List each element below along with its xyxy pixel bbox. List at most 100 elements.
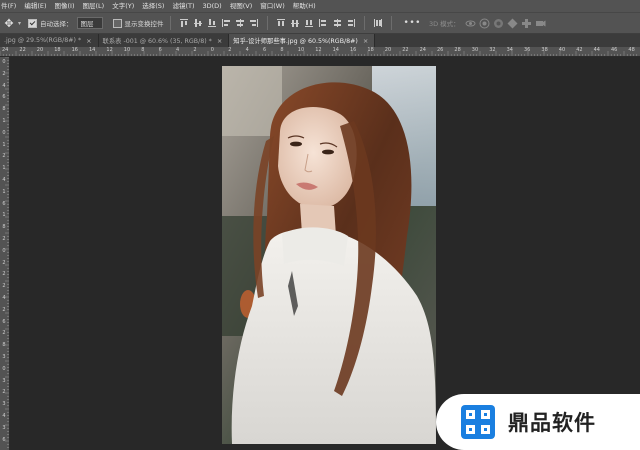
ruler-number: 0 bbox=[2, 365, 6, 372]
align-right-icon[interactable] bbox=[248, 18, 259, 28]
ruler-number: 2 bbox=[2, 389, 6, 396]
3d-slide-icon[interactable] bbox=[507, 18, 518, 29]
menu-item[interactable]: 图层(L) bbox=[79, 0, 109, 12]
auto-align-layers-icon[interactable] bbox=[372, 18, 383, 28]
more-options-button[interactable]: ••• bbox=[404, 18, 421, 28]
ruler-number: 2 bbox=[2, 283, 6, 290]
ruler-number: 1 bbox=[2, 212, 6, 219]
ruler-number: 4 bbox=[2, 82, 6, 89]
ruler-number: 10 bbox=[123, 47, 131, 53]
ruler-number: 16 bbox=[71, 47, 78, 53]
document-tab[interactable]: .jpg @ 29.5%(RGB/8#) * × bbox=[0, 34, 99, 47]
menu-item[interactable]: 3D(D) bbox=[199, 0, 226, 12]
options-bar: ✥ ▾ 自动选择： 图层 显示变换控件 ••• 3D 模式： bbox=[0, 12, 640, 34]
close-icon[interactable]: × bbox=[363, 37, 368, 45]
portrait-photo bbox=[222, 66, 436, 444]
menu-item[interactable]: 图像(I) bbox=[51, 0, 79, 12]
document-tab-active[interactable]: 知乎-设计师那些事.jpg @ 60.5%(RGB/8#) × bbox=[229, 34, 376, 47]
tool-preset-dropdown-icon[interactable]: ▾ bbox=[18, 20, 21, 27]
distribute-vertical-center-icon[interactable] bbox=[289, 18, 300, 28]
menu-item[interactable]: 选择(S) bbox=[138, 0, 168, 12]
ruler-number: 30 bbox=[471, 47, 479, 53]
align-vertical-center-icon[interactable] bbox=[192, 18, 203, 28]
ruler-number: 46 bbox=[611, 47, 618, 53]
ruler-number: 48 bbox=[628, 47, 635, 53]
ruler-number: 24 bbox=[419, 47, 426, 53]
ruler-number: 0 bbox=[210, 47, 214, 53]
ruler-number: 6 bbox=[2, 94, 6, 101]
menu-item[interactable]: 视图(V) bbox=[226, 0, 257, 12]
ruler-number: 14 bbox=[332, 47, 339, 53]
3d-mode-label: 3D 模式： bbox=[428, 20, 460, 28]
distribute-top-icon[interactable] bbox=[275, 18, 286, 28]
ruler-number: 4 bbox=[2, 295, 6, 301]
ruler-number: 3 bbox=[2, 401, 6, 408]
ruler-number: 22 bbox=[19, 47, 26, 53]
3d-orbit-icon[interactable] bbox=[465, 18, 476, 29]
menu-item[interactable]: 窗口(W) bbox=[256, 0, 289, 12]
ruler-number: 6 bbox=[2, 200, 6, 207]
menu-bar: 件(F) 编辑(E) 图像(I) 图层(L) 文字(Y) 选择(S) 滤镜(T) 3D(D) 视… bbox=[0, 0, 640, 12]
ruler-number: 0 bbox=[2, 59, 6, 65]
ruler-number: 8 bbox=[2, 106, 6, 113]
ruler-number: 2 bbox=[2, 70, 6, 77]
distribute-horizontal-center-icon[interactable] bbox=[331, 18, 342, 28]
tab-label: 知乎-设计师那些事.jpg @ 60.5%(RGB/8#) bbox=[233, 38, 358, 45]
menu-item[interactable]: 编辑(E) bbox=[20, 0, 50, 12]
3d-camera-icon[interactable] bbox=[535, 18, 546, 29]
ruler-number: 10 bbox=[297, 47, 305, 53]
divider bbox=[390, 16, 392, 30]
ruler-number: 8 bbox=[141, 47, 145, 53]
auto-select-checkbox[interactable] bbox=[28, 18, 38, 28]
ruler-number: 2 bbox=[2, 153, 6, 160]
close-icon[interactable]: × bbox=[217, 37, 222, 45]
distribute-right-icon[interactable] bbox=[345, 18, 356, 28]
show-transform-label: 显示变换控件 bbox=[124, 20, 164, 28]
ruler-number: 0 bbox=[2, 129, 6, 136]
ruler-number: 20 bbox=[36, 47, 44, 53]
menu-item[interactable]: 文字(Y) bbox=[108, 0, 138, 12]
ruler-number: 3 bbox=[2, 354, 6, 360]
ruler-number: 24 bbox=[2, 47, 9, 53]
ruler-number: 2 bbox=[2, 330, 6, 337]
ruler-number: 26 bbox=[437, 47, 444, 53]
3d-scale-icon[interactable] bbox=[521, 18, 532, 29]
ruler-number: 34 bbox=[506, 47, 513, 53]
tab-label: .jpg @ 29.5%(RGB/8#) * bbox=[4, 37, 82, 44]
align-top-icon[interactable] bbox=[178, 18, 189, 28]
close-icon[interactable]: × bbox=[86, 37, 91, 45]
ruler-number: 2 bbox=[2, 306, 6, 313]
document-tab[interactable]: 联系表 -001 @ 60.6% (35, RGB/8) * × bbox=[98, 34, 230, 47]
divider bbox=[266, 16, 268, 30]
horizontal-ruler[interactable]: 24 22 20 18 16 14 12 10 8 6 4 2 0 2 4 6 8 10 12 14 16 18 20 22 2… bbox=[0, 47, 640, 57]
menu-item[interactable]: 滤镜(T) bbox=[168, 0, 198, 12]
auto-select-target-select[interactable]: 图层 bbox=[76, 17, 103, 29]
ruler-number: 32 bbox=[489, 47, 496, 53]
ruler-number: 16 bbox=[350, 47, 357, 53]
ruler-number: 2 bbox=[2, 236, 6, 242]
distribute-bottom-icon[interactable] bbox=[303, 18, 314, 28]
auto-select-label: 自动选择： bbox=[40, 20, 73, 28]
menu-item[interactable]: 件(F) bbox=[0, 0, 20, 12]
3d-pan-icon[interactable] bbox=[493, 18, 504, 29]
ruler-number: 38 bbox=[541, 47, 548, 53]
ruler-number: 0 bbox=[2, 247, 6, 254]
show-transform-checkbox[interactable] bbox=[112, 18, 122, 28]
ruler-number: 1 bbox=[2, 188, 6, 195]
auto-select-target-value: 图层 bbox=[80, 20, 94, 28]
distribute-left-icon[interactable] bbox=[317, 18, 328, 28]
align-bottom-icon[interactable] bbox=[206, 18, 217, 28]
align-left-icon[interactable] bbox=[220, 18, 231, 28]
move-tool-icon[interactable]: ✥ bbox=[0, 17, 18, 30]
ruler-number: 1 bbox=[2, 165, 6, 172]
ruler-number: 3 bbox=[2, 377, 6, 384]
vertical-ruler[interactable]: 024681012141618202224262830323436 bbox=[0, 57, 10, 450]
ruler-number: 6 bbox=[2, 436, 6, 443]
divider bbox=[363, 16, 365, 30]
3d-roll-icon[interactable] bbox=[479, 18, 490, 29]
watermark-text: 鼎品软件 bbox=[508, 411, 596, 435]
ruler-number: 36 bbox=[524, 47, 531, 53]
align-horizontal-center-icon[interactable] bbox=[234, 18, 245, 28]
document-canvas[interactable] bbox=[222, 66, 436, 444]
menu-item[interactable]: 帮助(H) bbox=[289, 0, 320, 12]
